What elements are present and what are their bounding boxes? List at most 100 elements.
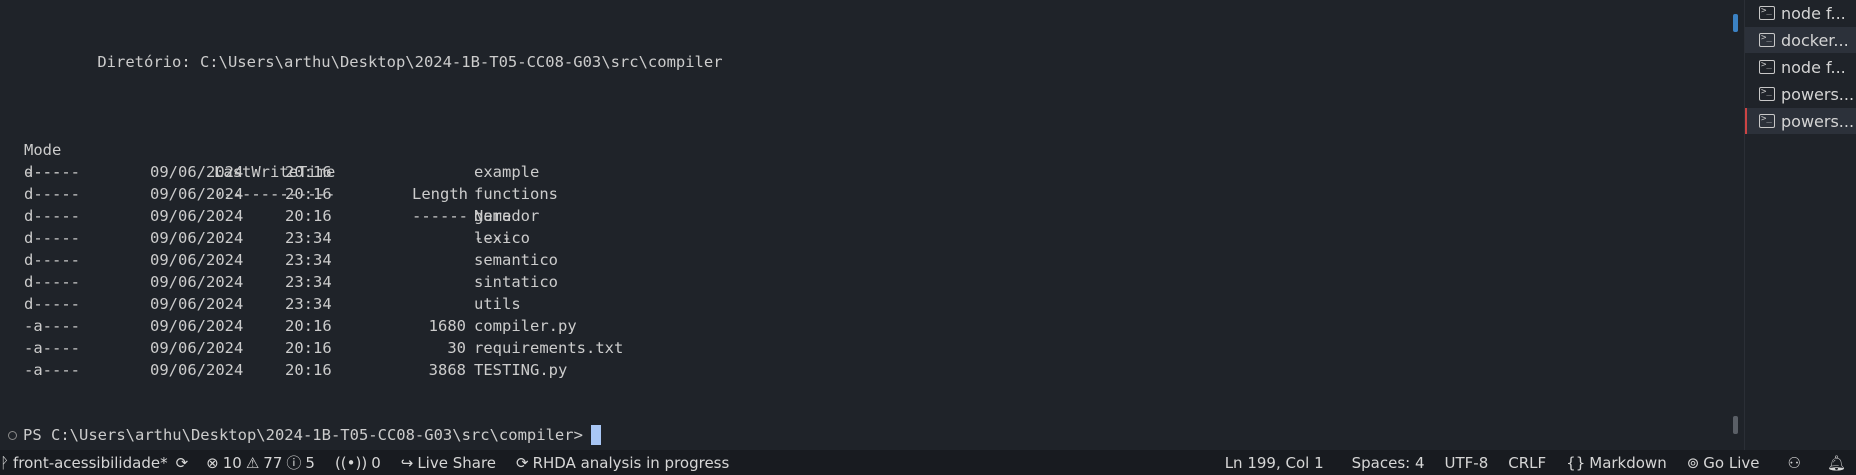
branch-name: front-acessibilidade* bbox=[13, 453, 168, 472]
command-decoration-icon[interactable] bbox=[8, 430, 17, 440]
broadcast-icon: ((•)) bbox=[334, 453, 368, 472]
info-icon: ⓘ bbox=[286, 454, 302, 472]
terminal-tab-label: node f... bbox=[1781, 3, 1846, 23]
language-label: Markdown bbox=[1589, 453, 1667, 472]
live-share-icon: ↪ bbox=[400, 453, 414, 472]
terminal-tab-label: docker... bbox=[1781, 30, 1849, 50]
language-mode[interactable]: {} Markdown bbox=[1566, 454, 1667, 472]
row-time: 20:16 bbox=[285, 163, 332, 181]
end-of-line[interactable]: CRLF bbox=[1508, 454, 1546, 472]
row-date: 09/06/2024 bbox=[150, 273, 244, 291]
terminal-icon: >_ bbox=[1759, 6, 1775, 20]
braces-icon: {} bbox=[1566, 453, 1586, 472]
rhda-status[interactable]: ⟳ RHDA analysis in progress bbox=[516, 454, 729, 472]
header-length: Length bbox=[412, 185, 468, 203]
status-bar: ᚹ front-acessibilidade* ⟳ ⊗ 10 ⚠ 77 ⓘ 5 … bbox=[0, 450, 1856, 475]
broadcast-icon: ⊚ bbox=[1686, 453, 1700, 472]
row-date: 09/06/2024 bbox=[150, 317, 244, 335]
sync-spin-icon: ⟳ bbox=[516, 453, 529, 472]
terminal-tabs-panel: >_ node f... >_ docker... >_ node f... >… bbox=[1744, 0, 1856, 450]
row-mode: -a---- bbox=[24, 317, 80, 335]
table-header: Mode LastWriteTime Length Name bbox=[24, 117, 511, 225]
terminal-tab-2[interactable]: >_ docker... bbox=[1745, 27, 1856, 53]
terminal-icon: >_ bbox=[1759, 87, 1775, 101]
warning-count: 77 bbox=[263, 453, 283, 472]
ports-status[interactable]: ((•)) 0 bbox=[335, 454, 381, 472]
notifications-button[interactable]: 🔔︎ bbox=[1827, 454, 1850, 472]
row-date: 09/06/2024 bbox=[150, 339, 244, 357]
accounts-button[interactable]: ⚇ bbox=[1788, 454, 1805, 472]
row-date: 09/06/2024 bbox=[150, 361, 244, 379]
row-name: compiler.py bbox=[474, 317, 577, 335]
row-mode: d----- bbox=[24, 295, 80, 313]
terminal-tab-5[interactable]: >_ powers... bbox=[1745, 108, 1856, 134]
terminal-tab-label: powers... bbox=[1781, 84, 1855, 104]
row-time: 23:34 bbox=[285, 295, 332, 313]
indentation[interactable]: Spaces: 4 bbox=[1352, 454, 1425, 472]
scroll-marker-bottom bbox=[1733, 416, 1738, 434]
row-mode: -a---- bbox=[24, 339, 80, 357]
table-header-dashes: ---- ------------- ------ ---- bbox=[24, 139, 511, 247]
encoding[interactable]: UTF-8 bbox=[1445, 454, 1489, 472]
terminal-tab-1[interactable]: >_ node f... bbox=[1745, 0, 1856, 26]
row-name: semantico bbox=[474, 251, 558, 269]
cursor-position[interactable]: Ln 199, Col 1 bbox=[1225, 454, 1324, 472]
row-time: 23:34 bbox=[285, 229, 332, 247]
problems-status[interactable]: ⊗ 10 ⚠ 77 ⓘ 5 bbox=[206, 452, 315, 473]
row-name: functions bbox=[474, 185, 558, 203]
terminal-tab-3[interactable]: >_ node f... bbox=[1745, 54, 1856, 80]
row-length: 1680 bbox=[428, 317, 466, 335]
row-time: 20:16 bbox=[285, 207, 332, 225]
row-mode: d----- bbox=[24, 163, 80, 181]
directory-line: Diretório: C:\Users\arthu\Desktop\2024-1… bbox=[60, 53, 723, 71]
row-time: 20:16 bbox=[285, 339, 332, 357]
sync-button[interactable]: ⟳ bbox=[176, 454, 193, 472]
row-mode: d----- bbox=[24, 229, 80, 247]
go-live-button[interactable]: ⊚ Go Live bbox=[1687, 454, 1760, 472]
prompt-text: PS C:\Users\arthu\Desktop\2024-1B-T05-CC… bbox=[23, 426, 583, 444]
dash-length: ------ bbox=[412, 207, 468, 225]
row-name: utils bbox=[474, 295, 521, 313]
terminal-panel[interactable]: Diretório: C:\Users\arthu\Desktop\2024-1… bbox=[0, 0, 1740, 450]
row-time: 20:16 bbox=[285, 317, 332, 335]
terminal-icon: >_ bbox=[1759, 114, 1775, 128]
info-count: 5 bbox=[305, 453, 315, 472]
row-date: 09/06/2024 bbox=[150, 229, 244, 247]
row-name: example bbox=[474, 163, 540, 181]
bell-icon: 🔔︎ bbox=[1826, 453, 1846, 472]
live-share-label: Live Share bbox=[417, 453, 497, 472]
terminal-prompt[interactable]: PS C:\Users\arthu\Desktop\2024-1B-T05-CC… bbox=[8, 424, 601, 446]
warning-icon: ⚠ bbox=[245, 453, 260, 472]
branch-status[interactable]: ᚹ front-acessibilidade* bbox=[0, 454, 168, 472]
row-date: 09/06/2024 bbox=[150, 185, 244, 203]
row-date: 09/06/2024 bbox=[150, 251, 244, 269]
error-icon: ⊗ bbox=[206, 453, 219, 472]
row-mode: d----- bbox=[24, 273, 80, 291]
rhda-label: RHDA analysis in progress bbox=[532, 453, 730, 472]
row-date: 09/06/2024 bbox=[150, 207, 244, 225]
ports-count: 0 bbox=[371, 453, 381, 472]
error-count: 10 bbox=[222, 453, 242, 472]
row-name: gerador bbox=[474, 207, 540, 225]
row-date: 09/06/2024 bbox=[150, 295, 244, 313]
terminal-scrollbar[interactable] bbox=[1729, 0, 1743, 450]
row-name: requirements.txt bbox=[474, 339, 624, 357]
row-time: 20:16 bbox=[285, 185, 332, 203]
terminal-icon: >_ bbox=[1759, 60, 1775, 74]
live-share-button[interactable]: ↪ Live Share bbox=[401, 454, 496, 472]
source-control-icon: ᚹ bbox=[0, 453, 10, 472]
row-length: 3868 bbox=[428, 361, 466, 379]
row-length: 30 bbox=[447, 339, 466, 357]
account-icon: ⚇ bbox=[1787, 453, 1801, 472]
terminal-cursor bbox=[590, 425, 601, 445]
row-mode: d----- bbox=[24, 185, 80, 203]
row-name: sintatico bbox=[474, 273, 558, 291]
row-mode: d----- bbox=[24, 251, 80, 269]
row-time: 23:34 bbox=[285, 251, 332, 269]
terminal-tab-4[interactable]: >_ powers... bbox=[1745, 81, 1856, 107]
sync-icon: ⟳ bbox=[175, 453, 189, 472]
row-time: 20:16 bbox=[285, 361, 332, 379]
row-time: 23:34 bbox=[285, 273, 332, 291]
row-date: 09/06/2024 bbox=[150, 163, 244, 181]
terminal-tab-label: powers... bbox=[1781, 111, 1855, 131]
